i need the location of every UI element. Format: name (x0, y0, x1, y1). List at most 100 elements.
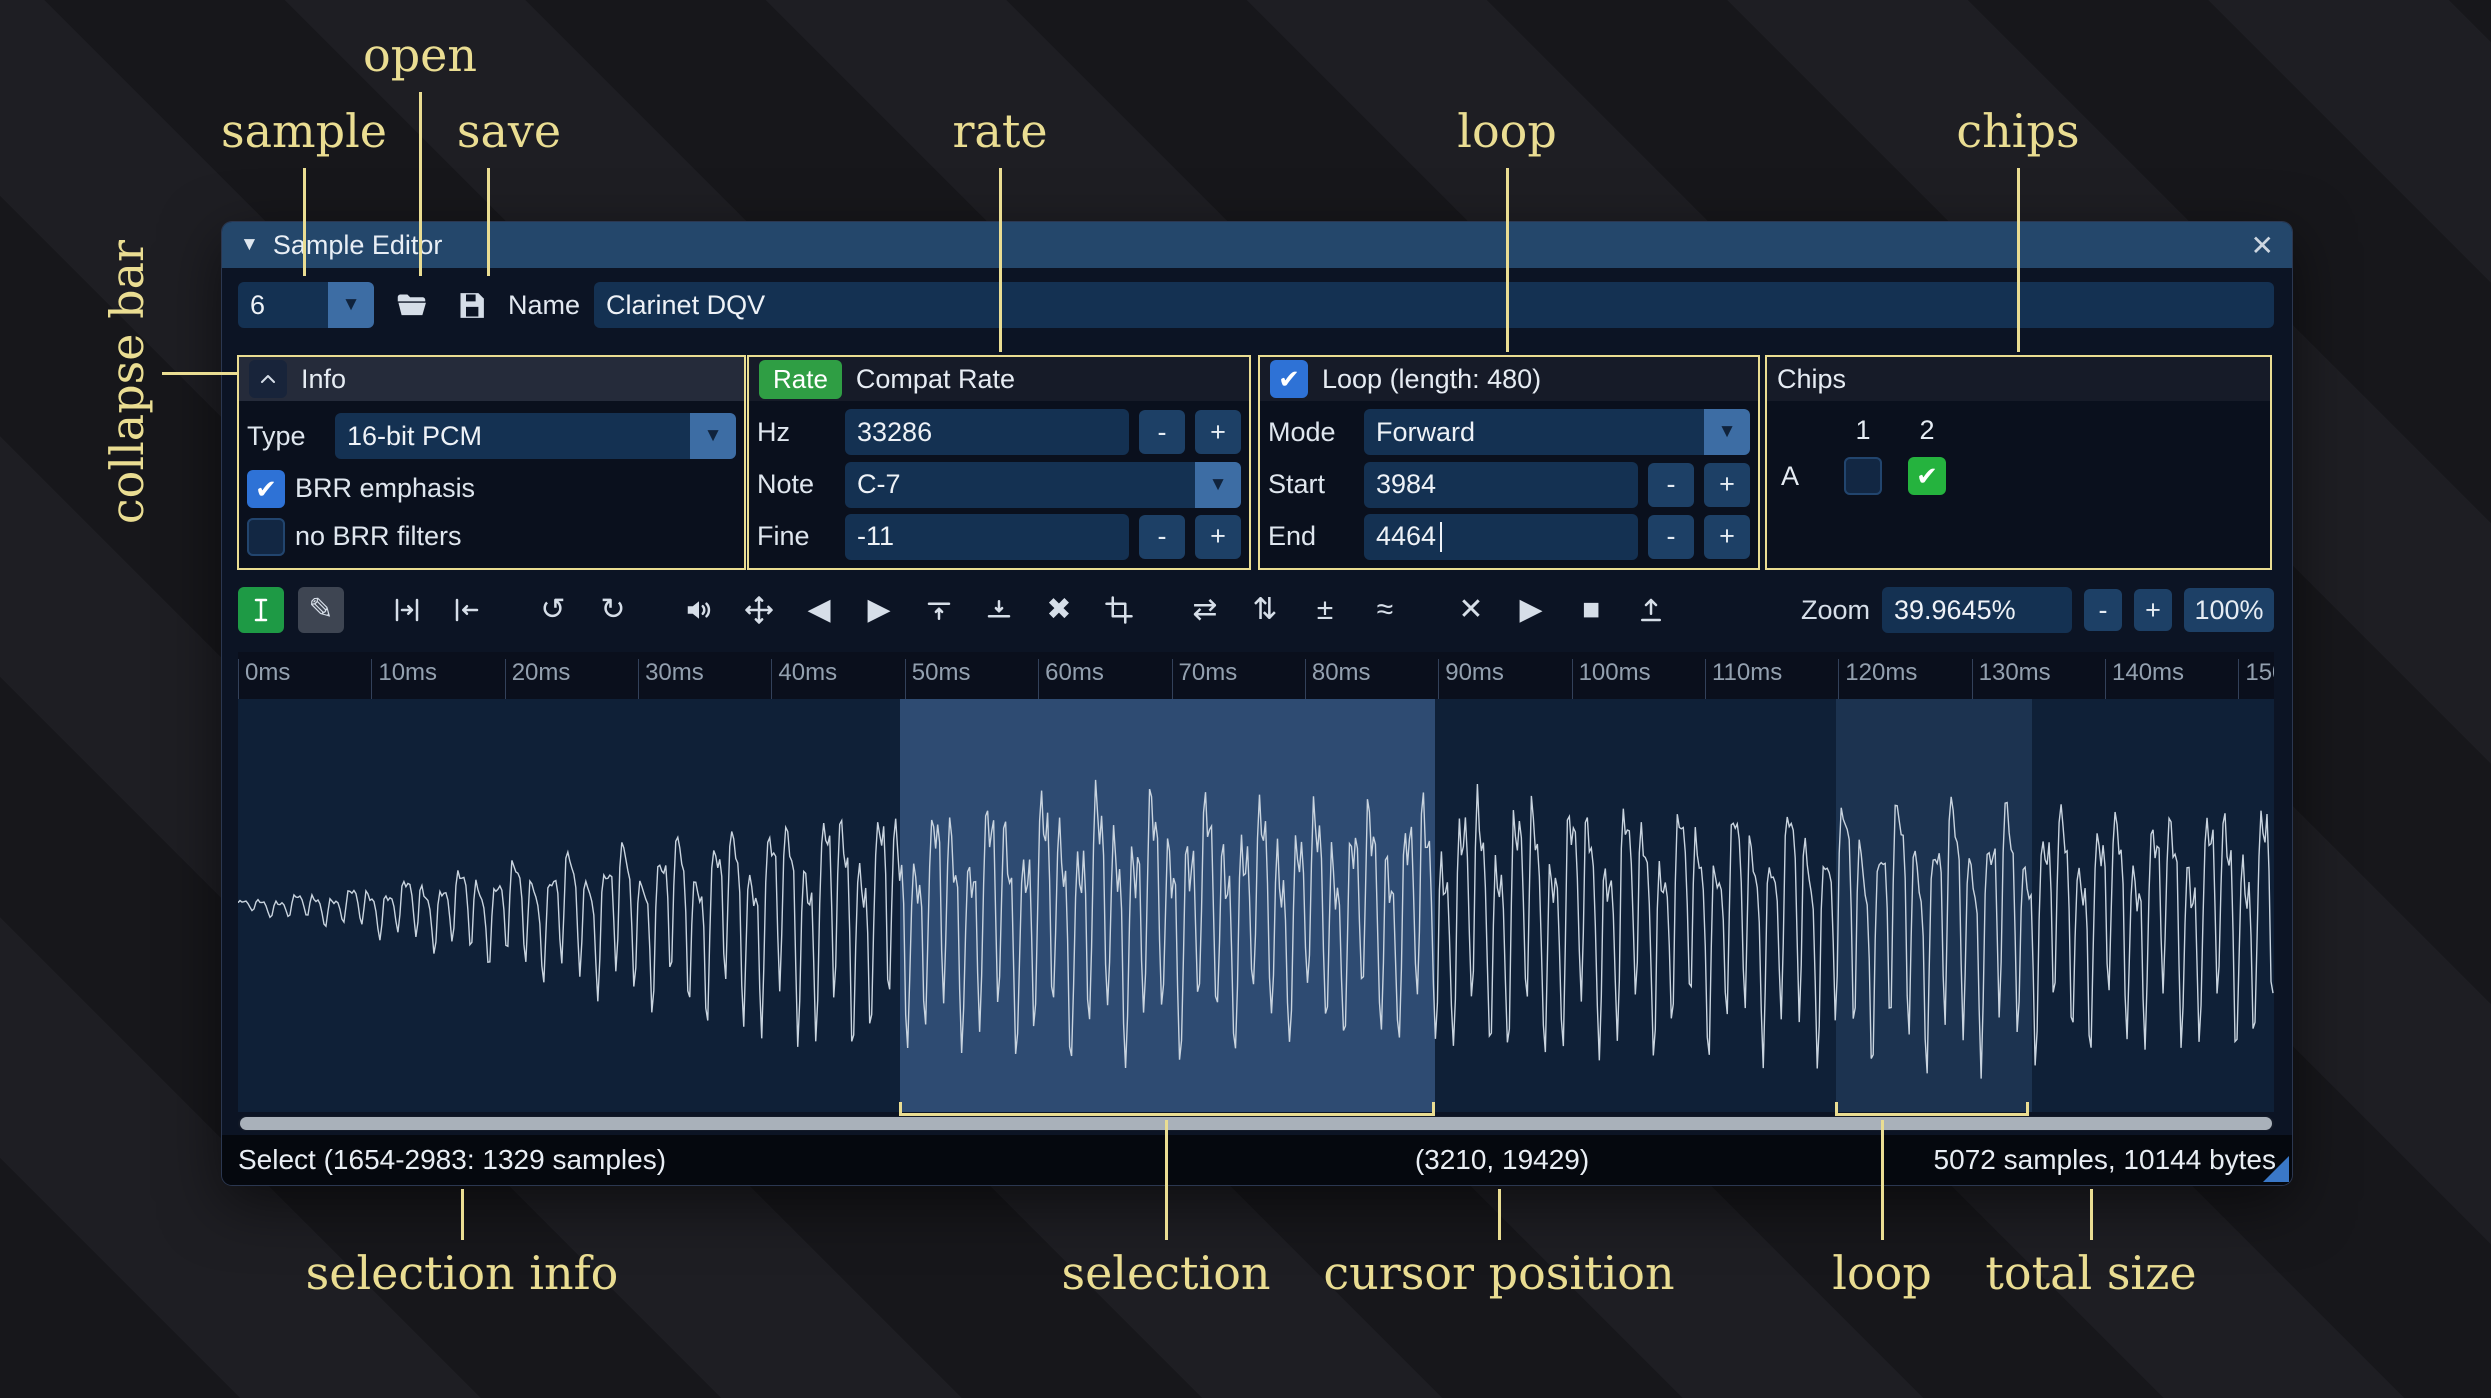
waveform-scrollbar[interactable] (238, 1116, 2274, 1131)
undo-button[interactable]: ↺ (530, 587, 576, 633)
loop-mode-value[interactable]: Forward (1364, 409, 1704, 456)
hz-label: Hz (757, 416, 790, 447)
loop-mode-combo[interactable]: Forward ▼ (1364, 409, 1750, 456)
fine-increase-button[interactable]: + (1195, 514, 1241, 559)
time-label: 30ms (638, 659, 704, 699)
redo-button[interactable]: ↻ (590, 587, 636, 633)
pencil-icon: ✎ (308, 593, 334, 626)
titlebar[interactable]: ▼ Sample Editor ✕ (222, 222, 2292, 268)
check-icon: ✔ (255, 473, 277, 504)
draw-mode-button[interactable]: ✎ (298, 587, 344, 633)
open-sample-button[interactable] (388, 282, 434, 328)
no-brr-filters-checkbox[interactable] (247, 517, 285, 556)
dropdown-arrow-icon[interactable]: ▼ (1195, 461, 1241, 508)
redo-icon: ↻ (600, 593, 626, 626)
sign-invert-button[interactable]: ± (1302, 587, 1348, 633)
fade-in-icon: ◀ (807, 593, 831, 626)
name-label: Name (508, 289, 581, 320)
annotation-line-selection-info (460, 1189, 464, 1240)
fine-input[interactable]: -11 (845, 513, 1129, 560)
resample-icon (455, 598, 479, 622)
hz-decrease-button[interactable]: - (1139, 410, 1185, 455)
window-title: Sample Editor (272, 229, 443, 260)
loop-start-decrease-button[interactable]: - (1648, 462, 1694, 507)
resize-grip[interactable] (2263, 1156, 2289, 1182)
crop-icon (1105, 596, 1133, 624)
annotation-line-selection (1164, 1120, 1168, 1240)
scrollbar-thumb[interactable] (240, 1117, 2272, 1130)
annotation-line-rate (998, 168, 1002, 352)
sample-type-value[interactable]: 16-bit PCM (335, 413, 690, 460)
note-value[interactable]: C-7 (845, 461, 1195, 508)
loop-enable-checkbox[interactable]: ✔ (1270, 360, 1308, 398)
time-label: 40ms (771, 659, 837, 699)
hz-increase-button[interactable]: + (1195, 410, 1241, 455)
stop-preview-button[interactable]: ■ (1568, 587, 1614, 633)
select-mode-button[interactable] (238, 587, 284, 633)
reverse-button[interactable]: ⇄ (1182, 587, 1228, 633)
trim-button[interactable] (1096, 587, 1142, 633)
insert-silence-button[interactable] (916, 587, 962, 633)
filter-button[interactable]: ≈ (1362, 587, 1408, 633)
dropdown-arrow-icon[interactable]: ▼ (690, 413, 736, 460)
sample-name-input[interactable]: Clarinet DQV (594, 282, 2274, 328)
rate-badge[interactable]: Rate (759, 359, 842, 399)
invert-icon: ⇅ (1252, 593, 1278, 626)
resize-button[interactable] (384, 587, 430, 633)
loop-start-input[interactable]: 3984 (1364, 461, 1638, 508)
loop-start-increase-button[interactable]: + (1704, 462, 1750, 507)
zoom-input[interactable]: 39.9645% (1882, 587, 2072, 633)
cursor-position-text: (3210, 19429) (1414, 1144, 1590, 1175)
brr-emphasis-checkbox[interactable]: ✔ (247, 469, 285, 508)
close-button[interactable]: ✕ (2251, 229, 2274, 262)
annotation-total-size: total size (1985, 1246, 2197, 1300)
fade-out-button[interactable]: ▶ (856, 587, 902, 633)
loop-end-decrease-button[interactable]: - (1648, 514, 1694, 559)
annotation-collapse-bar: collapse bar (100, 240, 154, 525)
collapse-bar-button[interactable] (249, 360, 287, 398)
zoom-reset-button[interactable]: 100% (2184, 588, 2274, 632)
annotation-line-chips (2016, 168, 2020, 352)
dropdown-arrow-icon[interactable]: ▼ (1704, 409, 1750, 456)
annotation-line-save (486, 168, 490, 276)
loop-end-increase-button[interactable]: + (1704, 514, 1750, 559)
loop-panel-title: Loop (length: 480) (1322, 363, 1542, 394)
collapse-window-icon[interactable]: ▼ (240, 234, 259, 256)
timeline-ruler: 0ms 10ms 20ms 30ms 40ms 50ms 60ms 70ms 8… (238, 652, 2274, 699)
sample-number-combo[interactable]: 6 ▼ (238, 282, 374, 328)
crossfade-button[interactable]: ✕ (1448, 587, 1494, 633)
waveform-display[interactable] (238, 699, 2274, 1112)
sample-type-combo[interactable]: 16-bit PCM ▼ (335, 413, 736, 460)
annotation-open: open (363, 28, 477, 82)
chip-1-checkbox[interactable] (1844, 457, 1882, 495)
apply-silence-button[interactable] (976, 587, 1022, 633)
zoom-in-button[interactable]: + (2134, 589, 2172, 631)
normalize-button[interactable] (736, 587, 782, 633)
dropdown-arrow-icon[interactable]: ▼ (328, 282, 374, 328)
time-label: 100ms (1571, 659, 1651, 699)
resize-icon (395, 598, 419, 622)
play-icon: ▶ (1519, 593, 1543, 626)
annotation-rate: rate (952, 104, 1048, 158)
annotation-line-collapse-bar (162, 372, 237, 375)
amplify-button[interactable] (676, 587, 722, 633)
time-label: 70ms (1171, 659, 1237, 699)
hz-input[interactable]: 33286 (845, 409, 1129, 456)
time-label: 50ms (904, 659, 970, 699)
invert-button[interactable]: ⇅ (1242, 587, 1288, 633)
create-wavetable-button[interactable] (1628, 587, 1674, 633)
fade-in-button[interactable]: ◀ (796, 587, 842, 633)
delete-button[interactable]: ✖ (1036, 587, 1082, 633)
loop-end-input[interactable]: 4464 (1364, 513, 1638, 560)
loop-end-label: End (1268, 521, 1317, 552)
fine-decrease-button[interactable]: - (1139, 514, 1185, 559)
save-sample-button[interactable] (448, 282, 494, 328)
preview-button[interactable]: ▶ (1508, 587, 1554, 633)
zoom-out-button[interactable]: - (2084, 589, 2122, 631)
chip-2-checkbox[interactable]: ✔ (1908, 457, 1946, 495)
note-combo[interactable]: C-7 ▼ (845, 461, 1241, 508)
sample-number-value[interactable]: 6 (238, 282, 328, 328)
time-label: 150 (2238, 659, 2274, 699)
resample-button[interactable] (444, 587, 490, 633)
annotation-sample: sample (220, 104, 388, 158)
